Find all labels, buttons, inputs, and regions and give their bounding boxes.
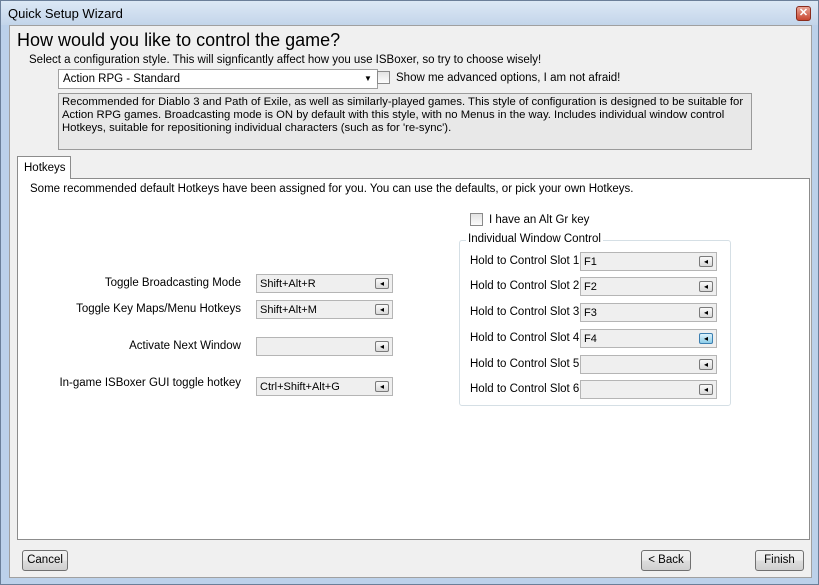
slot-field-6[interactable]: ◂ [580, 380, 717, 399]
clear-hotkey-icon[interactable]: ◂ [699, 281, 713, 292]
page-subtitle: Select a configuration style. This will … [29, 54, 542, 66]
clear-hotkey-icon[interactable]: ◂ [375, 278, 389, 289]
altgr-label[interactable]: I have an Alt Gr key [489, 214, 589, 226]
back-button[interactable]: < Back [641, 550, 691, 571]
slot-label-6: Hold to Control Slot 6 [470, 383, 580, 395]
slot-label-2: Hold to Control Slot 2 [470, 280, 580, 292]
close-icon: ✕ [798, 7, 809, 19]
group-title: Individual Window Control [466, 233, 603, 245]
slot-value: F3 [584, 307, 597, 319]
slot-label-5: Hold to Control Slot 5 [470, 358, 580, 370]
finish-button[interactable]: Finish [755, 550, 804, 571]
hotkey-label-next-window: Activate Next Window [129, 340, 241, 352]
slot-label-1: Hold to Control Slot 1 [470, 255, 580, 267]
clear-hotkey-icon[interactable]: ◂ [375, 381, 389, 392]
slot-field-3[interactable]: F3 ◂ [580, 303, 717, 322]
wizard-window: Quick Setup Wizard ✕ How would you like … [0, 0, 819, 585]
wizard-body: How would you like to control the game? … [9, 25, 812, 578]
hotkey-value: Shift+Alt+R [260, 278, 316, 290]
hotkey-field-next-window[interactable]: ◂ [256, 337, 393, 356]
hotkey-field-gui-toggle[interactable]: Ctrl+Shift+Alt+G ◂ [256, 377, 393, 396]
style-description: Recommended for Diablo 3 and Path of Exi… [58, 93, 752, 150]
slot-label-3: Hold to Control Slot 3 [470, 306, 580, 318]
hotkey-value: Ctrl+Shift+Alt+G [260, 381, 340, 393]
cancel-button[interactable]: Cancel [22, 550, 68, 571]
hotkey-field-broadcasting[interactable]: Shift+Alt+R ◂ [256, 274, 393, 293]
hotkey-value: Shift+Alt+M [260, 304, 317, 316]
configuration-style-value: Action RPG - Standard [63, 73, 180, 85]
tab-hotkeys-label: Hotkeys [24, 162, 66, 174]
page-title: How would you like to control the game? [17, 30, 341, 50]
configuration-style-select[interactable]: Action RPG - Standard ▼ [58, 69, 378, 89]
clear-hotkey-icon[interactable]: ◂ [699, 333, 713, 344]
slot-value: F1 [584, 256, 597, 268]
clear-hotkey-icon[interactable]: ◂ [699, 307, 713, 318]
clear-hotkey-icon[interactable]: ◂ [699, 384, 713, 395]
advanced-options-checkbox[interactable] [377, 71, 390, 84]
individual-window-control-group: Individual Window Control Hold to Contro… [459, 233, 731, 406]
clear-hotkey-icon[interactable]: ◂ [375, 341, 389, 352]
slot-field-1[interactable]: F1 ◂ [580, 252, 717, 271]
tab-hotkeys[interactable]: Hotkeys [17, 156, 71, 179]
slot-label-4: Hold to Control Slot 4 [470, 332, 580, 344]
clear-hotkey-icon[interactable]: ◂ [699, 359, 713, 370]
slot-field-2[interactable]: F2 ◂ [580, 277, 717, 296]
hotkey-label-gui-toggle: In-game ISBoxer GUI toggle hotkey [59, 377, 241, 389]
slot-value: F2 [584, 281, 597, 293]
title-bar: Quick Setup Wizard ✕ [1, 1, 818, 25]
chevron-down-icon[interactable]: ▼ [362, 72, 374, 86]
hotkey-field-keymaps[interactable]: Shift+Alt+M ◂ [256, 300, 393, 319]
window-title: Quick Setup Wizard [8, 6, 123, 21]
slot-field-5[interactable]: ◂ [580, 355, 717, 374]
clear-hotkey-icon[interactable]: ◂ [699, 256, 713, 267]
hotkeys-panel: Some recommended default Hotkeys have be… [17, 178, 810, 540]
altgr-checkbox[interactable] [470, 213, 483, 226]
slot-value: F4 [584, 333, 597, 345]
hotkey-label-broadcasting: Toggle Broadcasting Mode [104, 277, 241, 289]
close-button[interactable]: ✕ [796, 6, 811, 21]
slot-field-4[interactable]: F4 ◂ [580, 329, 717, 348]
hotkey-label-keymaps: Toggle Key Maps/Menu Hotkeys [76, 303, 241, 315]
advanced-options-label[interactable]: Show me advanced options, I am not afrai… [396, 72, 620, 84]
clear-hotkey-icon[interactable]: ◂ [375, 304, 389, 315]
hotkeys-intro: Some recommended default Hotkeys have be… [30, 183, 634, 195]
